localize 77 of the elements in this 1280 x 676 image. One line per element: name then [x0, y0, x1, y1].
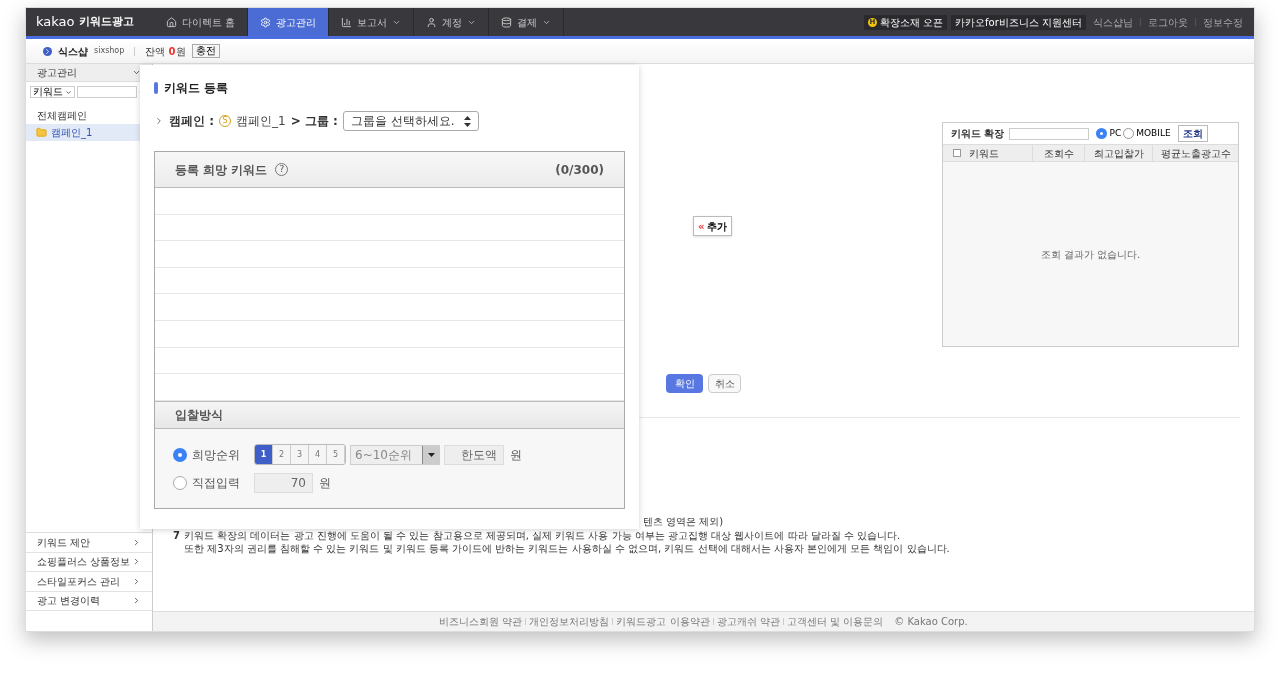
add-button[interactable]: « 추가: [693, 216, 733, 236]
folder-icon: [36, 127, 47, 138]
keyword-input[interactable]: [1009, 127, 1090, 140]
cancel-button[interactable]: 취소: [708, 374, 741, 393]
confirm-button[interactable]: 확인: [666, 374, 703, 393]
nav-tab[interactable]: 계정: [414, 8, 490, 36]
sidebar-menu-item[interactable]: 쇼핑플러스 상품정보: [26, 552, 152, 572]
charge-button[interactable]: 충전: [191, 44, 220, 58]
extension-label: 키워드 확장: [951, 127, 1005, 141]
campaign-label: 캠페인 :: [169, 113, 214, 130]
note-number: 7: [173, 529, 180, 543]
note-fragment: 텐츠 영역은 제외): [642, 515, 725, 528]
modal-title: 키워드 등록: [164, 80, 229, 97]
caret-icon: [65, 88, 72, 96]
account-id: sixshop: [94, 45, 125, 57]
column-header: 조회수: [1033, 145, 1085, 161]
search-field[interactable]: [77, 86, 137, 98]
user-link[interactable]: 정보수정: [1200, 14, 1246, 30]
empty-message: 조회 결과가 없습니다.: [1040, 247, 1141, 262]
balance-text: 잔액 0원: [145, 44, 186, 59]
footer-link[interactable]: 광고캐쉬 약관: [716, 614, 780, 629]
sidebar-header: 광고관리: [37, 66, 77, 80]
search-select[interactable]: 키워드: [30, 86, 75, 98]
nav-tab[interactable]: 광고관리: [248, 8, 330, 36]
tab-icon: [341, 16, 353, 28]
column-header: 키워드: [969, 146, 999, 161]
nav-tab[interactable]: 결제: [489, 8, 565, 36]
logo-product: 키워드광고: [78, 13, 134, 30]
bid-title: 입찰방식: [175, 407, 223, 424]
copyright: © Kakao Corp.: [894, 615, 968, 629]
chevron-down-icon: [132, 68, 141, 77]
sidebar-menu-item[interactable]: 광고 변경이력: [26, 591, 152, 611]
updown-icon: [464, 115, 472, 127]
unit-label: 원: [319, 475, 331, 492]
unit-label: 원: [510, 446, 522, 464]
tab-icon: [426, 16, 438, 28]
search-button[interactable]: 조회: [1177, 125, 1208, 142]
column-header: 평균노출광고수: [1159, 146, 1232, 161]
user-link[interactable]: 식스샵님: [1090, 14, 1136, 30]
bid-amount-field[interactable]: 70: [254, 473, 313, 493]
bid-option-label: 직접입력: [192, 475, 241, 492]
keyword-count: (0/300): [555, 161, 604, 179]
limit-field[interactable]: 한도액: [444, 444, 504, 465]
nav-tab[interactable]: 보고서: [329, 8, 415, 36]
tab-icon: [260, 16, 272, 28]
note-text: 또한 제3자의 권리를 침해할 수 있는 키워드 및 키워드 등록 가이드에 반하는 키워드는 사용하실 수 없으며, 키워드 선택에 대해서는 사용자 본인에게 모든 책임이 있습니다.: [183, 542, 950, 555]
user-link[interactable]: 로그아웃: [1145, 14, 1191, 30]
sidebar-menu-item[interactable]: 키워드 제안: [26, 533, 152, 553]
note-text: 키워드 확장의 데이터는 광고 진행에 도움이 될 수 있는 참고용으로 제공되며, 실제 키워드 사용 가능 여부는 광고집행 대상 웹사이트에 따라 달라질 수 있습니다.: [183, 529, 902, 542]
footer-link[interactable]: 개인정보처리방침: [529, 614, 610, 629]
radio-button[interactable]: [173, 476, 187, 490]
group-select[interactable]: 그룹을 선택하세요.: [342, 111, 480, 131]
sidebar-menu-item[interactable]: 스타일포커스 관리: [26, 572, 152, 592]
footer-link[interactable]: 비즈니스회원 약관: [439, 614, 523, 629]
circle-arrow-icon: [43, 46, 52, 56]
column-header: 최고입찰가: [1085, 145, 1153, 161]
footer-link[interactable]: 키워드광고 이용약관: [616, 614, 710, 629]
group-label: > 그룹 :: [290, 113, 338, 130]
support-link[interactable]: 카카오for비즈니스 지원센터: [951, 14, 1086, 30]
checkbox[interactable]: [953, 149, 961, 157]
radio-label: PC: [1109, 126, 1122, 140]
chevron-right-icon: [154, 116, 164, 126]
logo-brand: kakao: [36, 13, 75, 32]
radio-button[interactable]: [1123, 128, 1135, 139]
tab-icon: [166, 16, 177, 28]
double-left-arrow-icon: «: [698, 218, 705, 234]
bid-option-label: 희망순위: [192, 446, 241, 464]
footer-link[interactable]: 고객센터 및 이용문의: [786, 614, 884, 629]
radio-button[interactable]: [1096, 128, 1108, 139]
radio-button[interactable]: [173, 447, 187, 462]
dropdown-arrow-icon: [427, 452, 435, 457]
tab-icon: [501, 16, 513, 28]
campaign-name: 캠페인_1: [236, 113, 286, 130]
radio-label: MOBILE: [1136, 126, 1171, 140]
rank-button[interactable]: 1: [255, 445, 273, 464]
account-name: 식스샵: [58, 44, 88, 59]
keywords-title: 등록 희망 키워드: [175, 161, 268, 179]
